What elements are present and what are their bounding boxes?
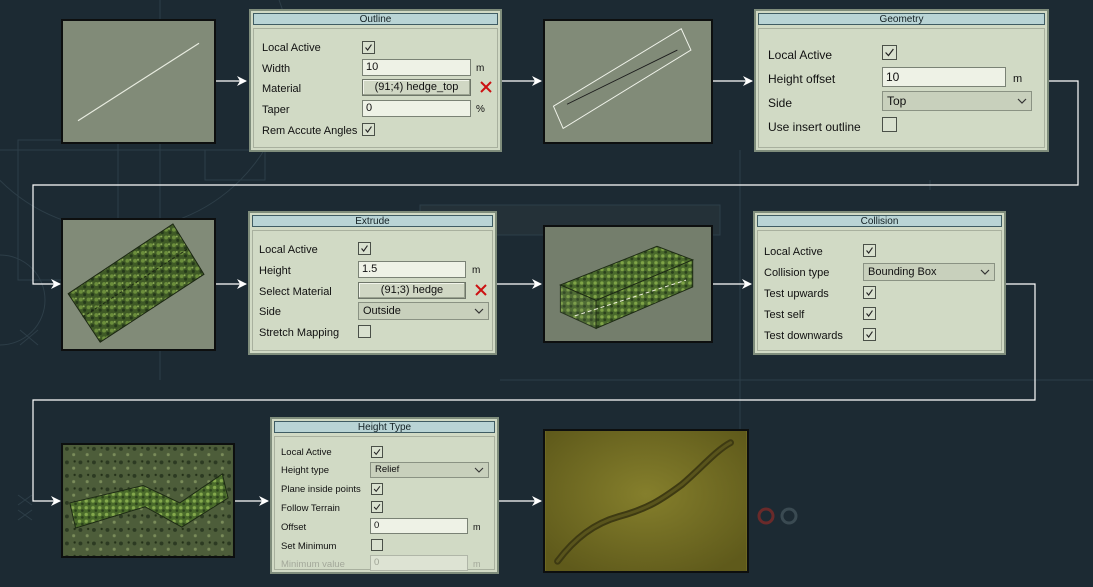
height-type-type-label: Height type: [281, 465, 330, 476]
outline-rem-accute-label: Rem Accute Angles: [262, 125, 358, 137]
collision-type-value: Bounding Box: [868, 266, 937, 278]
preview-outline: [543, 19, 713, 144]
outline-width-unit: m: [476, 63, 485, 74]
outline-taper-unit: %: [476, 104, 485, 115]
height-type-set-min-checkbox[interactable]: [371, 539, 383, 551]
extrude-local-active-checkbox[interactable]: [358, 242, 371, 255]
outline-taper-input[interactable]: 0: [362, 100, 471, 117]
height-type-panel: Height Type Local Active Height type Rel…: [270, 417, 499, 574]
height-type-follow-label: Follow Terrain: [281, 503, 340, 514]
outline-local-active-checkbox[interactable]: [362, 41, 375, 54]
geometry-side-value: Top: [887, 94, 907, 108]
chevron-down-icon: [474, 308, 484, 314]
geometry-title: Geometry: [758, 13, 1045, 25]
preview-extrude: [61, 218, 216, 351]
chevron-down-icon: [980, 269, 990, 275]
height-type-offset-unit: m: [473, 522, 481, 532]
collision-down-checkbox[interactable]: [863, 328, 876, 341]
extrude-side-select[interactable]: Outside: [358, 302, 489, 320]
outline-width-input[interactable]: 10: [362, 59, 471, 76]
collision-local-active-label: Local Active: [764, 246, 823, 258]
geometry-local-active-checkbox[interactable]: [882, 45, 897, 60]
extrude-panel: Extrude Local Active Height 1.5 m Select…: [248, 211, 497, 355]
collision-down-label: Test downwards: [764, 330, 843, 342]
height-type-set-min-label: Set Minimum: [281, 541, 337, 552]
extrude-title: Extrude: [252, 215, 493, 227]
collision-up-checkbox[interactable]: [863, 286, 876, 299]
collision-self-checkbox[interactable]: [863, 307, 876, 320]
extrude-side-value: Outside: [363, 305, 401, 317]
preview-collision: [543, 225, 713, 343]
extrude-stretch-label: Stretch Mapping: [259, 327, 340, 339]
collision-up-label: Test upwards: [764, 288, 829, 300]
outline-remove-material-icon[interactable]: [480, 81, 492, 93]
preview-terrain: [543, 429, 749, 573]
height-type-local-active-checkbox[interactable]: [371, 446, 383, 458]
geometry-use-insert-label: Use insert outline: [768, 120, 861, 134]
geometry-side-select[interactable]: Top: [882, 91, 1032, 111]
height-type-plane-label: Plane inside points: [281, 484, 361, 495]
outline-width-label: Width: [262, 63, 291, 75]
height-type-local-active-label: Local Active: [281, 447, 332, 458]
collision-type-select[interactable]: Bounding Box: [863, 263, 995, 281]
geometry-height-offset-label: Height offset: [768, 72, 836, 86]
preview-line: [61, 19, 216, 144]
collision-type-label: Collision type: [764, 267, 830, 279]
height-type-follow-checkbox[interactable]: [371, 501, 383, 513]
extrude-stretch-checkbox[interactable]: [358, 325, 371, 338]
chevron-down-icon: [1017, 98, 1027, 104]
collision-panel: Collision Local Active Collision type Bo…: [753, 211, 1006, 355]
outline-rem-accute-checkbox[interactable]: [362, 123, 375, 136]
outline-material-label: Material: [262, 83, 302, 95]
collision-title: Collision: [757, 215, 1002, 227]
geometry-height-offset-input[interactable]: 10: [882, 67, 1006, 87]
extrude-side-label: Side: [259, 306, 282, 318]
extrude-remove-material-icon[interactable]: [475, 284, 487, 296]
outline-panel: Outline Local Active Width 10 m Material…: [249, 9, 502, 152]
height-type-plane-checkbox[interactable]: [371, 483, 383, 495]
height-type-title: Height Type: [274, 421, 495, 433]
geometry-height-offset-unit: m: [1013, 73, 1023, 85]
outline-taper-label: Taper: [262, 104, 290, 116]
collision-local-active-checkbox[interactable]: [863, 244, 876, 257]
geometry-use-insert-checkbox[interactable]: [882, 117, 897, 132]
height-type-offset-label: Offset: [281, 522, 307, 533]
extrude-height-unit: m: [472, 265, 481, 276]
geometry-local-active-label: Local Active: [768, 48, 833, 62]
outline-local-active-label: Local Active: [262, 42, 321, 54]
extrude-local-active-label: Local Active: [259, 244, 318, 256]
extrude-height-label: Height: [259, 265, 291, 277]
height-type-min-value-label: Minimum value: [281, 559, 345, 570]
height-type-min-value-input: 0: [370, 555, 468, 571]
outline-material-button[interactable]: (91;4) hedge_top: [362, 79, 471, 96]
geometry-panel: Geometry Local Active Height offset 10 m…: [754, 9, 1049, 152]
outline-title: Outline: [253, 13, 498, 25]
chevron-down-icon: [474, 467, 484, 473]
collision-self-label: Test self: [764, 309, 805, 321]
extrude-height-input[interactable]: 1.5: [358, 261, 466, 278]
height-type-offset-input[interactable]: 0: [370, 518, 468, 534]
height-type-type-value: Relief: [375, 464, 400, 475]
height-type-type-select[interactable]: Relief: [370, 462, 489, 478]
extrude-select-material-label: Select Material: [259, 286, 332, 298]
preview-height-type: [61, 443, 235, 558]
height-type-min-value-unit: m: [473, 559, 481, 569]
extrude-material-button[interactable]: (91;3) hedge: [358, 282, 466, 299]
geometry-side-label: Side: [768, 96, 793, 110]
